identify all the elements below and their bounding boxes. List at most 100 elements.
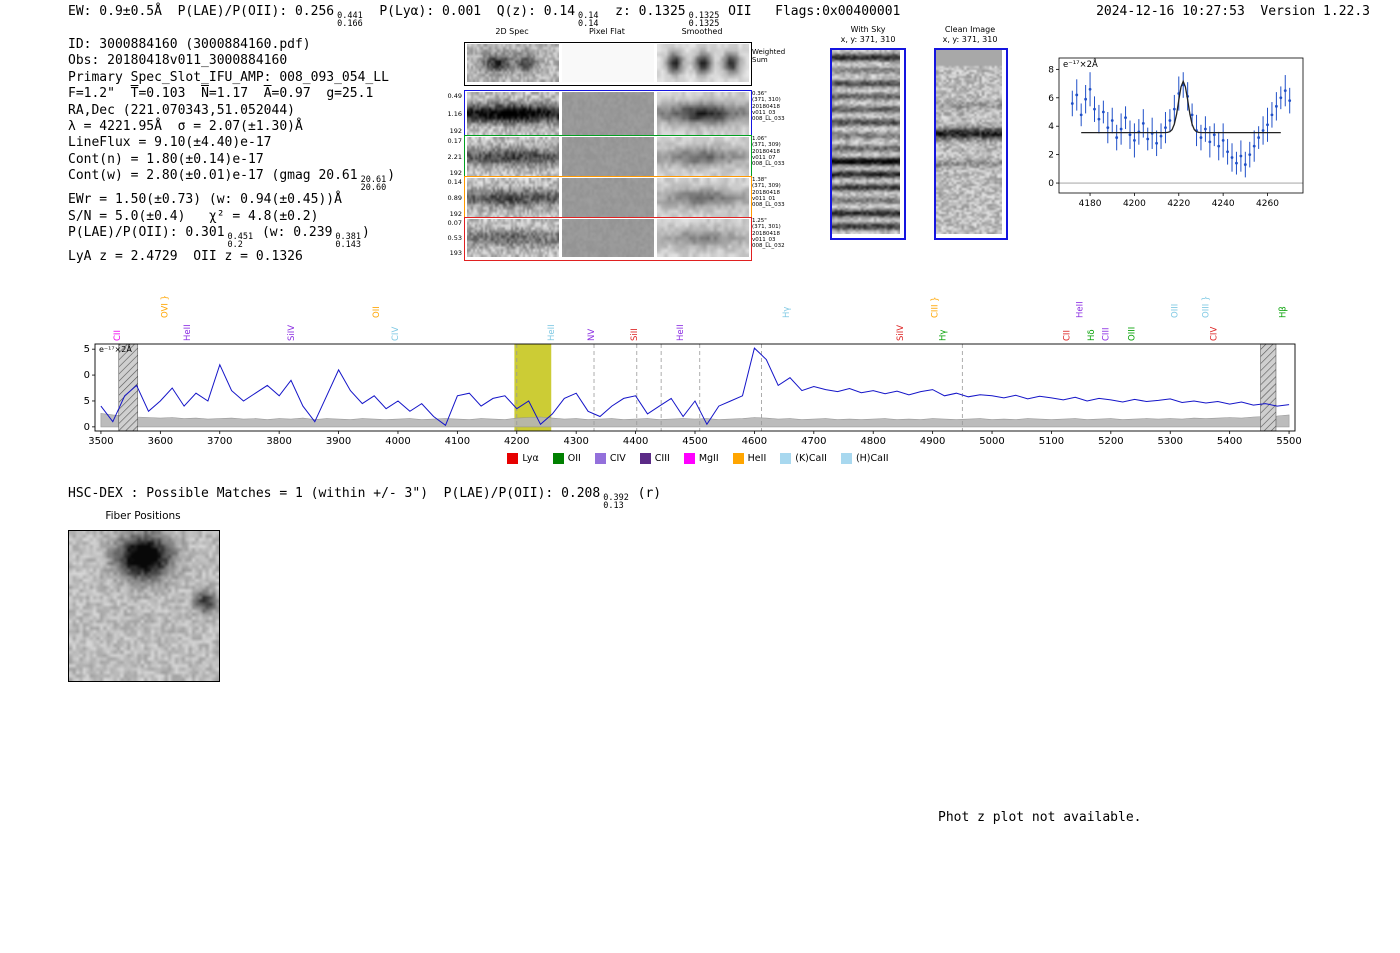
data-point bbox=[1164, 126, 1167, 130]
legend-item: Lyα bbox=[507, 453, 539, 464]
elixer-report-page: EW: 0.9±0.5Å P(LAE)/P(OII): 0.256 0.441 0.… bbox=[0, 0, 1400, 953]
spec2d-smoothed-cell bbox=[657, 137, 749, 177]
y-tick-label: 8 bbox=[1048, 65, 1054, 75]
x-tick-label: 4600 bbox=[742, 436, 767, 447]
data-point bbox=[1155, 141, 1158, 145]
emission-line-label: OIII } bbox=[1201, 296, 1211, 318]
legend-label: MgII bbox=[698, 453, 719, 464]
legend-label: (H)CaII bbox=[855, 453, 889, 464]
text-segment: P(Lyα): 0.001 Q(z): 0.14 bbox=[363, 4, 576, 19]
summary-header: EW: 0.9±0.5Å P(LAE)/P(OII): 0.256 0.441 0.… bbox=[68, 4, 900, 28]
emission-line-label: OIII bbox=[1170, 304, 1180, 318]
info-line: P(LAE)/P(OII): 0.301 0.451 0.2 (w: 0.239 0.… bbox=[68, 225, 395, 249]
legend-swatch bbox=[683, 453, 695, 464]
sub-value: 0.166 bbox=[337, 19, 363, 29]
cutout-title: Fiber Positions bbox=[105, 510, 181, 522]
info-line: EWr = 1.50(±0.73) (w: 0.94(±0.45))Å bbox=[68, 192, 395, 208]
emission-line-label: SiIV bbox=[896, 325, 906, 341]
legend-swatch bbox=[639, 453, 651, 464]
spectrum-legend: Lyα OII CIV CIII MgII HeII (K)CaII (H)CaII bbox=[83, 453, 1313, 464]
data-point bbox=[1124, 116, 1127, 120]
legend-label: Lyα bbox=[522, 453, 539, 464]
sup-sub-fraction: 20.61 20.60 bbox=[361, 176, 387, 193]
emission-line-label: HeII bbox=[547, 324, 557, 341]
legend-label: OII bbox=[567, 453, 581, 464]
data-point bbox=[1204, 127, 1207, 131]
x-tick-label: 4700 bbox=[801, 436, 826, 447]
emission-line-label: HeII bbox=[1075, 301, 1085, 318]
emission-line-label: CII bbox=[1062, 330, 1072, 341]
data-point bbox=[1128, 133, 1132, 137]
data-point bbox=[1212, 133, 1216, 137]
cleanimage-panel bbox=[934, 48, 1008, 240]
info-line: Obs: 20180418v011_3000884160 bbox=[68, 53, 395, 69]
text-segment: A bbox=[263, 86, 272, 102]
emission-line-label: Hγ bbox=[782, 307, 792, 318]
legend-item: (K)CaII bbox=[780, 453, 827, 464]
emission-line-label: NV bbox=[587, 329, 597, 341]
legend-swatch bbox=[594, 453, 606, 464]
clean-image bbox=[936, 50, 1002, 234]
text-segment: Obs: 20180418v011_3000884160 bbox=[68, 53, 288, 69]
spec2d-2dspec-cell bbox=[467, 92, 559, 135]
x-tick-label: 3700 bbox=[207, 436, 232, 447]
legend-item: MgII bbox=[683, 453, 719, 464]
data-point bbox=[1208, 140, 1212, 144]
x-tick-label: 4220 bbox=[1167, 199, 1190, 209]
sub-value: 0.2 bbox=[227, 240, 243, 251]
spec2d-row bbox=[464, 135, 752, 181]
info-line: RA,Dec (221.070343,51.052044) bbox=[68, 103, 395, 119]
x-tick-label: 4800 bbox=[860, 436, 885, 447]
fiber-weight-value: 0.89 bbox=[447, 194, 462, 202]
data-point bbox=[1226, 150, 1229, 154]
fiber-weight-value: 1.16 bbox=[447, 109, 462, 118]
info-line: LyA z = 2.4729 OII z = 0.1326 bbox=[68, 249, 395, 265]
cleanimage-title: Clean Image bbox=[944, 25, 996, 34]
y-tick-label: 6 bbox=[1048, 94, 1054, 104]
fiber-id-labels: 1.25" (371, 301) 20180418 v011_03 008_LL… bbox=[752, 218, 785, 250]
flux-units-annotation: e⁻¹⁷×2Å bbox=[1063, 58, 1098, 70]
legend-label: (K)CaII bbox=[795, 453, 827, 464]
emission-line-label: HeII bbox=[676, 324, 686, 341]
sub-value: 0.13 bbox=[603, 501, 624, 511]
x-tick-label: 4000 bbox=[385, 436, 410, 447]
emission-line-label: Hγ bbox=[939, 330, 949, 341]
legend-swatch bbox=[780, 453, 792, 464]
text-segment: (r) bbox=[629, 486, 662, 501]
text-segment: EW: 0.9±0.5Å P(LAE)/P(OII): 0.256 bbox=[68, 4, 335, 19]
data-point bbox=[1252, 144, 1256, 148]
x-tick-label: 5200 bbox=[1098, 436, 1123, 447]
spec2d-smoothed-cell bbox=[657, 44, 749, 82]
text-segment: ) bbox=[362, 225, 370, 241]
spec2d-title-pixelflat: Pixel Flat bbox=[589, 27, 625, 36]
x-tick-label: 5100 bbox=[1039, 436, 1064, 447]
flux-units-annotation: e⁻¹⁷×2Å bbox=[99, 343, 132, 354]
linefit-plot: 4180 4200 4220 4240 4260 0 2 4 6 8 e⁻¹⁷×2Å bbox=[1048, 57, 1304, 209]
data-point bbox=[1243, 163, 1247, 166]
legend-item: (H)CaII bbox=[840, 453, 889, 464]
detection-info-block: ID: 3000884160 (3000884160.pdf) Obs: 2018… bbox=[68, 37, 395, 265]
emission-line-label: Hβ bbox=[1279, 306, 1289, 318]
text-segment: S/N = 5.0(±0.4) χ² = 4.8(±0.2) bbox=[68, 208, 319, 224]
text-segment: LyA z = 2.4729 OII z = 0.1326 bbox=[68, 249, 303, 265]
spec2d-pixelflat-cell bbox=[562, 92, 654, 135]
data-point bbox=[1279, 96, 1283, 100]
legend-label: CIII bbox=[654, 453, 670, 464]
data-point bbox=[1199, 136, 1203, 139]
legend-item: HeII bbox=[732, 453, 766, 464]
x-tick-label: 4260 bbox=[1256, 199, 1279, 209]
data-point bbox=[1093, 107, 1096, 111]
fiber-weight-value: 192 bbox=[449, 210, 462, 218]
text-segment: Cont(n) = 1.80(±0.14)e-17 bbox=[68, 151, 264, 167]
spec2d-row bbox=[464, 176, 752, 222]
spectrum-plot: 3500 3600 3700 3800 3900 4000 4100 4200 4300 4400… bbox=[77, 295, 1302, 447]
fiber-weight-value: 192 bbox=[449, 127, 462, 135]
spec2d-smoothed-cell bbox=[657, 219, 749, 257]
linefit-chart: 4180 4200 4220 4240 4260 0 2 4 6 8 e⁻¹⁷×2Å bbox=[1032, 46, 1312, 228]
gaussian-fit-line bbox=[1081, 79, 1281, 134]
x-tick-label: 4100 bbox=[445, 436, 470, 447]
y-tick-label: 15 bbox=[83, 344, 90, 355]
emission-line-label: OII bbox=[372, 306, 382, 318]
spec2d-title-smoothed: Smoothed bbox=[681, 27, 723, 36]
emission-line-label: Hδ bbox=[1087, 329, 1097, 341]
